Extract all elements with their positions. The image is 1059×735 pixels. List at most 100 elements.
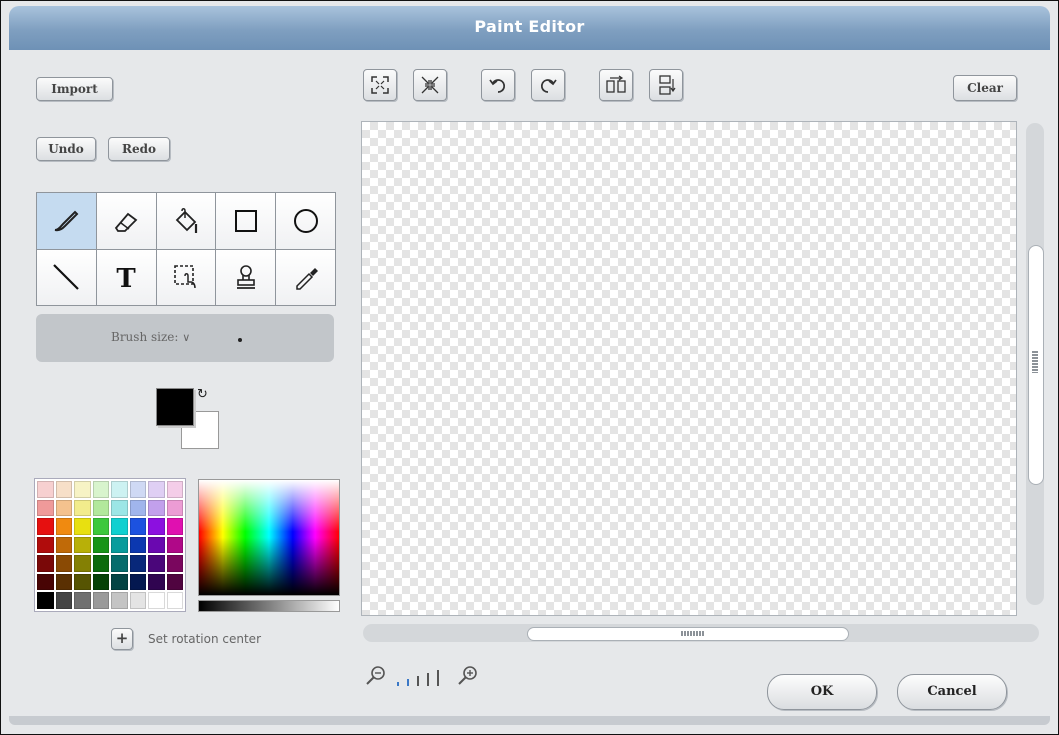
undo-button[interactable]: Undo <box>36 137 96 161</box>
color-swatch[interactable] <box>37 518 54 535</box>
paint-bucket-tool[interactable] <box>156 193 216 249</box>
rotate-left-icon <box>489 79 506 93</box>
color-swatch[interactable] <box>55 573 72 591</box>
shrink-button[interactable] <box>413 69 447 101</box>
color-swatch[interactable] <box>148 592 165 609</box>
rotate-left-button[interactable] <box>481 69 515 101</box>
color-swatch[interactable] <box>129 573 146 591</box>
color-spectrum[interactable] <box>198 479 340 596</box>
color-swatch[interactable] <box>129 499 146 517</box>
line-icon <box>53 264 80 291</box>
paintbrush-icon <box>55 210 79 231</box>
eyedropper-tool[interactable] <box>276 249 335 305</box>
eyedropper-icon <box>295 268 318 290</box>
text-icon: T <box>117 264 137 292</box>
flip-vertical-button[interactable] <box>649 69 683 101</box>
select-tool[interactable] <box>156 249 216 305</box>
ok-button[interactable]: OK <box>767 674 877 710</box>
foreground-color-swatch[interactable] <box>156 388 194 426</box>
color-swatch[interactable] <box>166 499 183 517</box>
color-swatch[interactable] <box>92 518 109 535</box>
color-swatch[interactable] <box>55 555 72 572</box>
color-swatch[interactable] <box>55 518 72 535</box>
paintbrush-tool[interactable] <box>37 193 96 249</box>
color-swatch[interactable] <box>111 573 128 591</box>
color-swatch[interactable] <box>111 555 128 572</box>
color-swatch[interactable] <box>129 481 146 498</box>
color-swatch[interactable] <box>74 592 91 609</box>
color-swatch[interactable] <box>129 536 146 554</box>
color-swatch[interactable] <box>111 518 128 535</box>
ellipse-tool[interactable] <box>276 193 335 249</box>
color-swatch[interactable] <box>111 481 128 498</box>
color-swatch[interactable] <box>74 573 91 591</box>
color-swatch[interactable] <box>55 536 72 554</box>
color-swatch[interactable] <box>55 481 72 498</box>
color-swatch[interactable] <box>129 592 146 609</box>
color-swatch[interactable] <box>166 481 183 498</box>
color-swatch[interactable] <box>37 555 54 572</box>
grow-button[interactable] <box>363 69 397 101</box>
color-swatch[interactable] <box>166 536 183 554</box>
color-swatch[interactable] <box>148 573 165 591</box>
frame-bottom <box>9 716 1050 725</box>
color-swatch[interactable] <box>74 499 91 517</box>
color-swatch[interactable] <box>92 481 109 498</box>
rotate-right-button[interactable] <box>531 69 565 101</box>
color-swatch[interactable] <box>148 536 165 554</box>
color-swatch[interactable] <box>148 481 165 498</box>
grayscale-slider[interactable] <box>198 600 340 612</box>
color-swatch[interactable] <box>129 555 146 572</box>
set-rotation-center-button[interactable]: + <box>111 628 133 650</box>
stamp-icon <box>236 265 255 290</box>
cancel-button[interactable]: Cancel <box>897 674 1007 710</box>
plus-icon: + <box>115 629 129 647</box>
color-swatch[interactable] <box>148 518 165 535</box>
color-swatch[interactable] <box>92 536 109 554</box>
color-swatch[interactable] <box>111 592 128 609</box>
color-swatch[interactable] <box>74 555 91 572</box>
horizontal-grip <box>681 631 705 636</box>
stamp-tool[interactable] <box>216 249 276 305</box>
zoom-level-indicator[interactable] <box>395 667 455 691</box>
rectangle-tool[interactable] <box>216 193 276 249</box>
flip-horizontal-button[interactable] <box>599 69 633 101</box>
color-swatch[interactable] <box>166 573 183 591</box>
title-bar: Paint Editor <box>9 6 1050 50</box>
color-swatch[interactable] <box>92 573 109 591</box>
color-swatch[interactable] <box>148 499 165 517</box>
color-swatch[interactable] <box>166 518 183 535</box>
color-swatch[interactable] <box>74 481 91 498</box>
color-swatch[interactable] <box>37 573 54 591</box>
paint-canvas[interactable] <box>361 121 1017 616</box>
line-tool[interactable] <box>37 249 96 305</box>
clear-button[interactable]: Clear <box>953 75 1017 101</box>
color-swatch[interactable] <box>92 555 109 572</box>
svg-text:T: T <box>117 264 137 292</box>
swap-colors-icon[interactable]: ↻ <box>197 387 208 402</box>
color-swatch[interactable] <box>148 555 165 572</box>
color-swatch[interactable] <box>92 592 109 609</box>
color-swatch[interactable] <box>74 536 91 554</box>
eraser-tool[interactable] <box>96 193 156 249</box>
color-swatch[interactable] <box>37 592 54 609</box>
brush-size-bar[interactable]: Brush size: ∨ <box>36 314 334 362</box>
color-swatch[interactable] <box>129 518 146 535</box>
color-swatch[interactable] <box>166 555 183 572</box>
import-button[interactable]: Import <box>36 77 113 101</box>
color-swatch[interactable] <box>74 518 91 535</box>
zoom-in-icon <box>458 666 477 685</box>
color-swatch[interactable] <box>55 499 72 517</box>
color-swatch[interactable] <box>111 499 128 517</box>
color-swatch[interactable] <box>111 536 128 554</box>
redo-button[interactable]: Redo <box>108 137 170 161</box>
color-swatch[interactable] <box>37 536 54 554</box>
text-tool[interactable]: T <box>96 249 156 305</box>
zoom-out-button[interactable] <box>365 665 387 691</box>
zoom-in-button[interactable] <box>457 665 479 691</box>
color-swatch[interactable] <box>37 499 54 517</box>
color-swatch[interactable] <box>55 592 72 609</box>
color-swatch[interactable] <box>166 592 183 609</box>
color-swatch[interactable] <box>92 499 109 517</box>
color-swatch[interactable] <box>37 481 54 498</box>
